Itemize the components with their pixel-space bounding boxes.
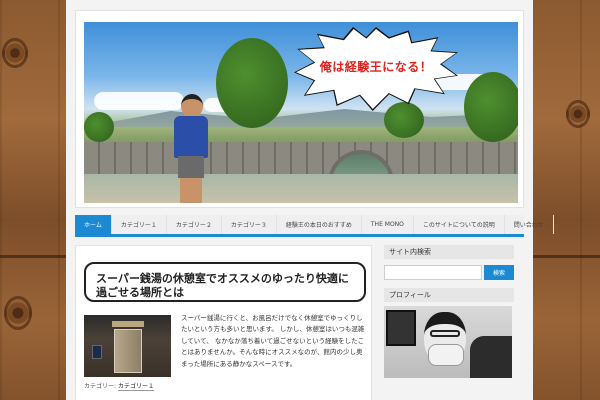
tree-shape [216,38,288,128]
person-hands [428,344,464,366]
search-form: 検索 [384,265,516,280]
nav-item-contact[interactable]: 問い合わせ [505,215,554,234]
post-excerpt: スーパー銭湯に行くと、お風呂だけでなく休憩室でゆっくりしたいという方も多いと思い… [181,314,365,368]
nav-item-about[interactable]: このサイトについての説明 [414,215,505,234]
boy-head [181,94,203,118]
search-input[interactable] [384,265,482,280]
nav-item-recommendation[interactable]: 経験王の本日のおすすめ [277,215,362,234]
person-shoulder [470,336,512,378]
boy-shorts [178,156,204,178]
post-category-link[interactable]: カテゴリー１ [117,383,154,391]
shouting-boy-figure [170,94,210,203]
mountain-range [84,109,518,127]
wood-knot-decoration [2,38,28,68]
boy-legs [180,178,202,203]
monitor-shape [386,310,416,346]
elevator-door [114,329,142,373]
site-header: 俺は経験王になる！ [75,10,524,208]
ceiling-light [112,321,144,327]
boy-shirt [174,116,208,158]
search-widget-title: サイト内検索 [384,245,514,259]
speech-bubble-text: 俺は経験王になる！ [319,60,433,74]
search-button[interactable]: 検索 [484,265,514,280]
wood-knot-decoration [566,100,590,128]
wood-knot-decoration [4,296,32,330]
main-navigation: ホーム カテゴリー１ カテゴリー２ カテゴリー３ 経験王の本日のおすすめ THE… [75,215,554,237]
nav-item-category-1[interactable]: カテゴリー１ [112,215,167,234]
header-banner-image[interactable]: 俺は経験王になる！ [84,22,518,203]
post-thumbnail[interactable] [84,315,171,377]
floor-sign [92,345,102,359]
sidebar: サイト内検索 検索 プロフィール [384,245,516,400]
wood-plank-seam [0,255,66,258]
nav-item-home[interactable]: ホーム [75,215,112,234]
post-meta-label: カテゴリー: [84,383,117,390]
nav-item-category-3[interactable]: カテゴリー３ [222,215,277,234]
post-title-link[interactable]: スーパー銭湯の休憩室でオススメのゆったり快適に過ごせる場所とは [84,262,366,302]
tree-shape [84,112,114,142]
tree-shape [464,72,518,142]
stone-bridge [84,142,518,174]
profile-widget-title: プロフィール [384,288,514,302]
river-water [84,174,518,203]
wood-plank-seam [533,255,600,258]
site-container: 俺は経験王になる！ ホーム カテゴリー１ カテゴリー２ カテゴリー３ 経験王の本… [66,0,554,400]
post-meta: カテゴリー: カテゴリー１ [84,381,154,391]
main-content: スーパー銭湯の休憩室でオススメのゆったり快適に過ごせる場所とは スーパー銭湯に行… [75,245,372,400]
nav-item-the-mono[interactable]: THE MONO [362,215,414,234]
glasses-icon [430,330,460,337]
profile-photo [384,306,512,378]
tree-shape [384,102,424,138]
nav-item-category-2[interactable]: カテゴリー２ [167,215,222,234]
